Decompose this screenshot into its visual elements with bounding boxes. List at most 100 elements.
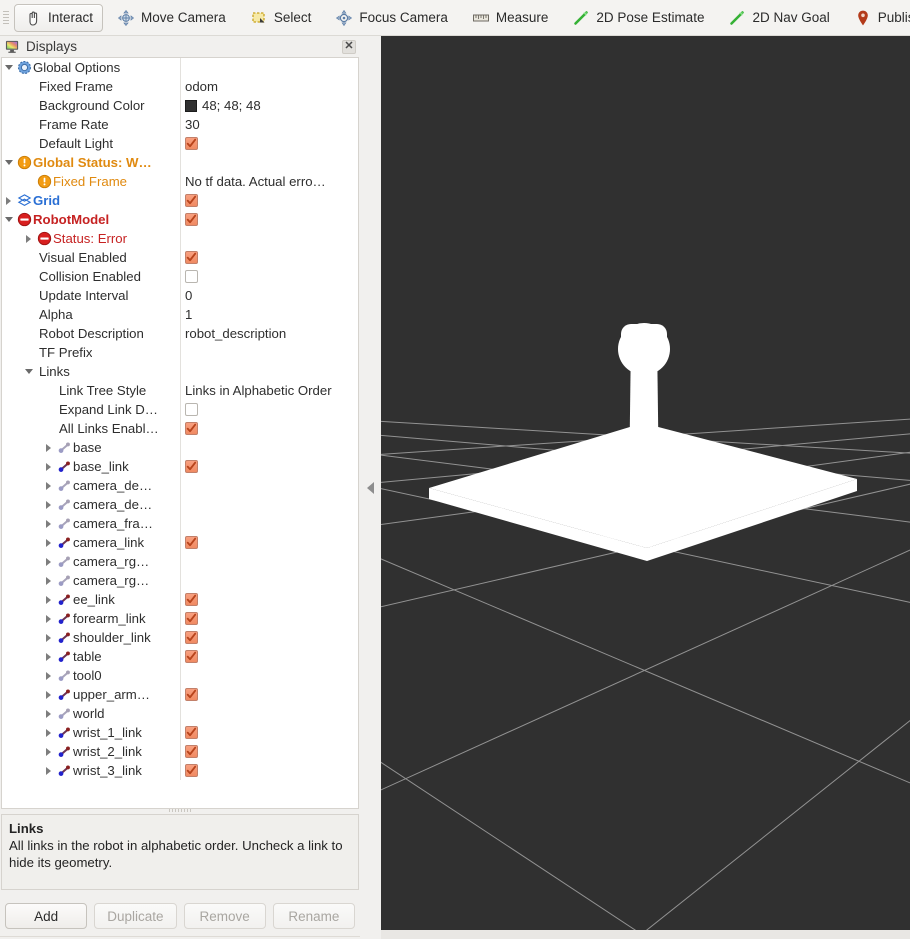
chevron-right-icon[interactable]	[2, 191, 15, 210]
chevron-right-icon[interactable]	[42, 495, 55, 514]
tree-row[interactable]: ee_link	[2, 590, 358, 609]
chevron-right-icon[interactable]	[42, 685, 55, 704]
tree-row-value-cell[interactable]	[180, 552, 358, 571]
chevron-right-icon[interactable]	[42, 666, 55, 685]
tree-row-value-cell[interactable]	[180, 248, 358, 267]
chevron-right-icon[interactable]	[42, 457, 55, 476]
tree-row-value-cell[interactable]	[180, 343, 358, 362]
tree-row-value-cell[interactable]	[180, 704, 358, 723]
chevron-right-icon[interactable]	[42, 590, 55, 609]
chevron-right-icon[interactable]	[42, 514, 55, 533]
color-swatch[interactable]	[185, 99, 197, 112]
tree-row-value-cell[interactable]	[180, 666, 358, 685]
tree-row[interactable]: Visual Enabled	[2, 248, 358, 267]
tree-row-value-cell[interactable]: 1	[180, 305, 358, 324]
tree-row[interactable]: tool0	[2, 666, 358, 685]
displays-tree-scroll[interactable]: Global Options Fixed Frame odom Background …	[1, 57, 359, 809]
chevron-right-icon[interactable]	[42, 761, 55, 780]
tree-row-value-cell[interactable]	[180, 229, 358, 248]
tool-button-2d-nav-goal[interactable]: 2D Nav Goal	[718, 4, 839, 32]
tree-row-value-cell[interactable]: 48; 48; 48	[180, 96, 358, 115]
tree-row[interactable]: Link Tree Style Links in Alphabetic Order	[2, 381, 358, 400]
checkbox-checked[interactable]	[185, 593, 198, 606]
chevron-right-icon[interactable]	[42, 476, 55, 495]
chevron-down-icon[interactable]	[2, 153, 15, 172]
close-icon[interactable]: ✕	[342, 39, 356, 54]
tree-row[interactable]: All Links Enabl…	[2, 419, 358, 438]
tool-button-select[interactable]: Select	[240, 4, 322, 32]
tree-row[interactable]: camera_rg…	[2, 552, 358, 571]
add-button[interactable]: Add	[5, 903, 88, 929]
checkbox-checked[interactable]	[185, 745, 198, 758]
tool-button-2d-pose-estimate[interactable]: 2D Pose Estimate	[562, 4, 714, 32]
tool-button-publish-point[interactable]: Publish Point	[844, 4, 910, 32]
chevron-down-icon[interactable]	[22, 362, 35, 381]
render-viewport-3d[interactable]	[381, 36, 910, 930]
chevron-right-icon[interactable]	[42, 552, 55, 571]
tree-row[interactable]: camera_fra…	[2, 514, 358, 533]
checkbox-checked[interactable]	[185, 764, 198, 777]
tree-row[interactable]: wrist_1_link	[2, 723, 358, 742]
tree-row-value-cell[interactable]	[180, 723, 358, 742]
tool-button-focus-camera[interactable]: Focus Camera	[325, 4, 458, 32]
tree-row-value-cell[interactable]	[180, 495, 358, 514]
tree-row-value-cell[interactable]	[180, 400, 358, 419]
tree-row[interactable]: Fixed Frame odom	[2, 77, 358, 96]
tree-row-value-cell[interactable]	[180, 476, 358, 495]
tree-row-value-cell[interactable]	[180, 153, 358, 172]
checkbox-unchecked[interactable]	[185, 403, 198, 416]
chevron-right-icon[interactable]	[42, 438, 55, 457]
tree-row[interactable]: Robot Description robot_description	[2, 324, 358, 343]
tree-row[interactable]: upper_arm…	[2, 685, 358, 704]
checkbox-checked[interactable]	[185, 213, 198, 226]
tree-row[interactable]: camera_de…	[2, 495, 358, 514]
tree-row[interactable]: table	[2, 647, 358, 666]
tree-row-value-cell[interactable]	[180, 58, 358, 77]
tree-row-value-cell[interactable]	[180, 571, 358, 590]
chevron-right-icon[interactable]	[42, 609, 55, 628]
tree-row[interactable]: Status: Error	[2, 229, 358, 248]
tree-row[interactable]: Global Options	[2, 58, 358, 77]
chevron-down-icon[interactable]	[2, 58, 15, 77]
chevron-right-icon[interactable]	[22, 229, 35, 248]
checkbox-checked[interactable]	[185, 422, 198, 435]
checkbox-checked[interactable]	[185, 536, 198, 549]
tree-row-value-cell[interactable]: Links in Alphabetic Order	[180, 381, 358, 400]
toolbar-drag-handle[interactable]	[0, 0, 12, 36]
chevron-right-icon[interactable]	[42, 628, 55, 647]
tree-row-value-cell[interactable]	[180, 590, 358, 609]
tree-row-value-cell[interactable]: odom	[180, 77, 358, 96]
tree-row-value-cell[interactable]	[180, 438, 358, 457]
tree-row-value-cell[interactable]	[180, 761, 358, 780]
tree-row-value-cell[interactable]	[180, 362, 358, 381]
tree-row[interactable]: Fixed Frame No tf data. Actual erro…	[2, 172, 358, 191]
tree-row[interactable]: forearm_link	[2, 609, 358, 628]
checkbox-checked[interactable]	[185, 194, 198, 207]
tree-row-value-cell[interactable]: No tf data. Actual erro…	[180, 172, 358, 191]
tree-row[interactable]: base_link	[2, 457, 358, 476]
tree-row[interactable]: wrist_2_link	[2, 742, 358, 761]
chevron-right-icon[interactable]	[42, 533, 55, 552]
tree-row-value-cell[interactable]	[180, 742, 358, 761]
checkbox-checked[interactable]	[185, 251, 198, 264]
checkbox-checked[interactable]	[185, 726, 198, 739]
chevron-right-icon[interactable]	[42, 647, 55, 666]
tree-row-value-cell[interactable]	[180, 457, 358, 476]
tool-button-interact[interactable]: Interact	[14, 3, 104, 32]
tree-row[interactable]: Background Color 48; 48; 48	[2, 96, 358, 115]
tree-row-value-cell[interactable]	[180, 533, 358, 552]
tree-row-value-cell[interactable]	[180, 628, 358, 647]
panel-splitter-handle[interactable]	[1, 808, 359, 813]
tree-row-value-cell[interactable]	[180, 134, 358, 153]
tree-row-value-cell[interactable]: 0	[180, 286, 358, 305]
chevron-down-icon[interactable]	[2, 210, 15, 229]
tree-row-value-cell[interactable]	[180, 267, 358, 286]
tree-row[interactable]: wrist_3_link	[2, 761, 358, 780]
chevron-right-icon[interactable]	[42, 571, 55, 590]
tree-row[interactable]: camera_link	[2, 533, 358, 552]
checkbox-unchecked[interactable]	[185, 270, 198, 283]
checkbox-checked[interactable]	[185, 650, 198, 663]
tree-row[interactable]: Collision Enabled	[2, 267, 358, 286]
checkbox-checked[interactable]	[185, 137, 198, 150]
tree-row-value-cell[interactable]: 30	[180, 115, 358, 134]
